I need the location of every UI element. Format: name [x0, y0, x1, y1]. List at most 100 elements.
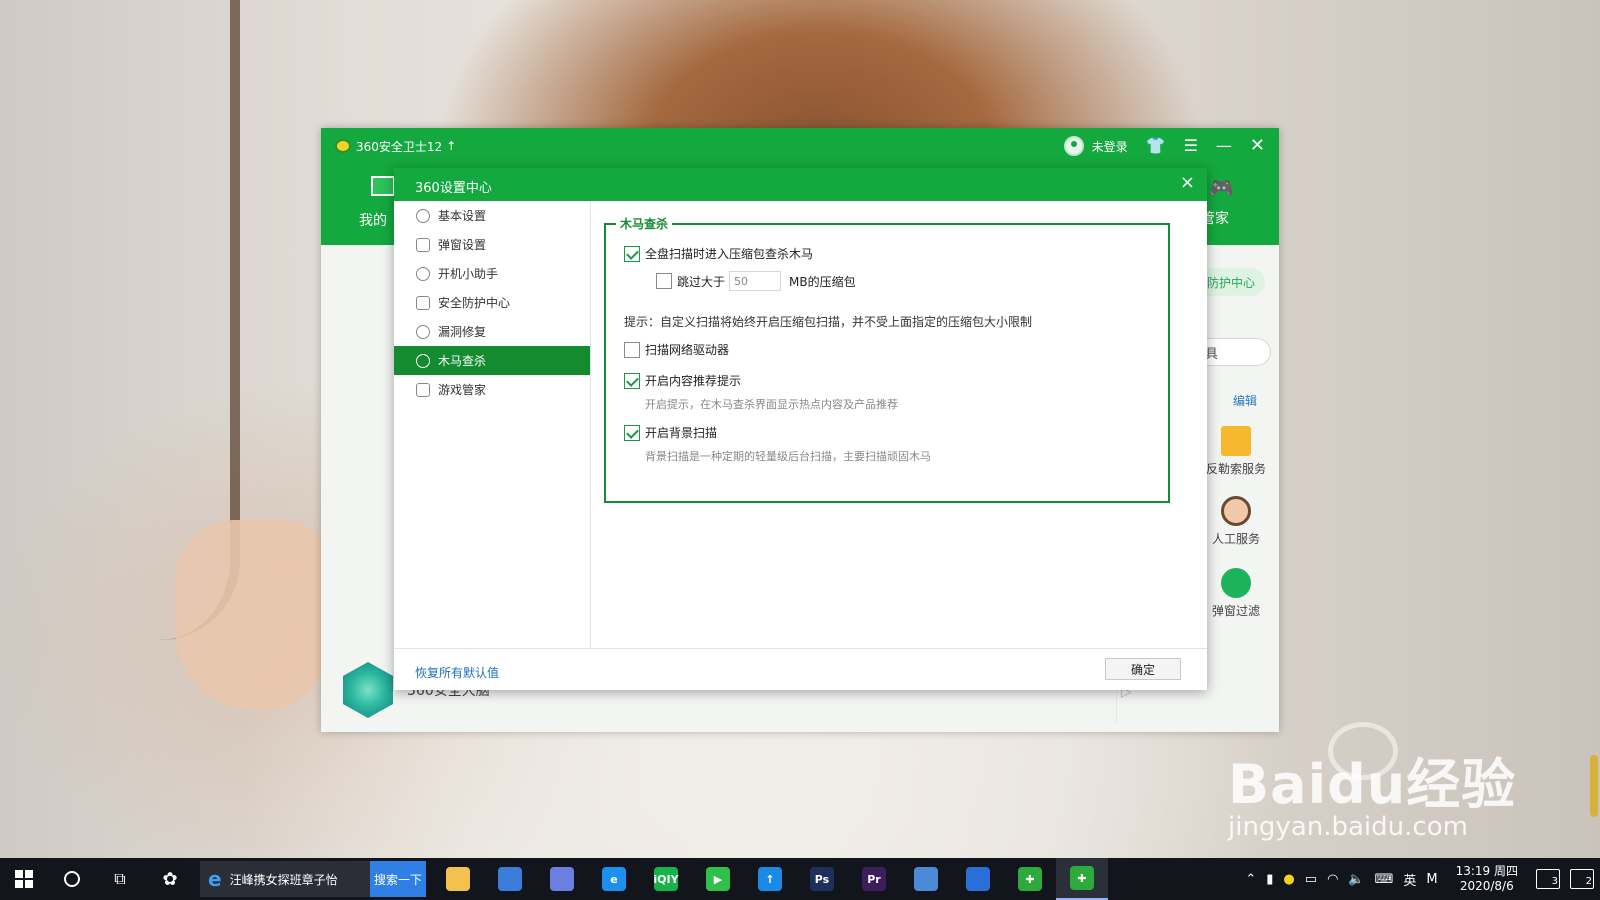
edit-link[interactable]: 编辑 [1233, 392, 1257, 409]
scan-archives-checkbox[interactable] [624, 245, 640, 262]
taskbar-app-button[interactable] [952, 858, 1004, 900]
ok-button[interactable]: 确定 [1105, 658, 1181, 680]
human-service-button[interactable]: 人工服务 [1201, 496, 1271, 547]
taskbar-app-button[interactable]: ✚ [1056, 858, 1108, 900]
taskbar-app-button[interactable]: ↑ [744, 858, 796, 900]
tray-usb-icon[interactable]: ▮ [1266, 872, 1273, 887]
background-scan-label: 开启背景扫描 [645, 426, 718, 440]
pinwheel-app-button[interactable]: ✿ [144, 858, 196, 900]
file-explorer-icon [446, 867, 470, 891]
keyboard-icon[interactable]: ⌨ [1375, 872, 1394, 887]
action-center-icon[interactable]: 2 [1570, 869, 1594, 889]
gear-icon [416, 208, 430, 223]
upgrade-arrow-icon[interactable]: ↑ [446, 139, 456, 153]
trojan-group: 木马查杀 全盘扫描时进入压缩包查杀木马 跳过大于 MB的压缩包 提示：自定义扫描… [604, 215, 1170, 503]
patch-icon [416, 324, 430, 339]
taskbar-app-button[interactable]: iQIY [640, 858, 692, 900]
popup-filter-icon [1221, 568, 1251, 598]
popup-filter-button[interactable]: 弹窗过滤 [1201, 568, 1271, 619]
task-view-button[interactable]: ⧉ [96, 858, 144, 900]
network-drives-label: 扫描网络驱动器 [645, 343, 730, 357]
dialog-footer: 恢复所有默认值 确定 [394, 648, 1207, 690]
start-button[interactable] [0, 858, 48, 900]
sidebar-item-game[interactable]: 游戏管家 [394, 375, 590, 404]
feather-app-icon [550, 867, 574, 891]
restore-defaults-link[interactable]: 恢复所有默认值 [415, 664, 499, 681]
notification-badge-icon[interactable]: 3 [1536, 869, 1560, 889]
360-logo-icon [335, 139, 351, 153]
baidu-watermark: Baidu经验 jingyan.baidu.com [1228, 722, 1528, 852]
background-scan-checkbox[interactable] [624, 424, 640, 441]
volume-icon[interactable]: 🔈 [1348, 872, 1364, 887]
sidebar-item-label: 开机小助手 [438, 267, 499, 281]
ime-language[interactable]: 英 [1403, 870, 1416, 889]
network-drives-option: 扫描网络驱动器 [624, 341, 729, 358]
ie-taskbar-item[interactable]: e 汪峰携女探班章子怡 [200, 861, 370, 897]
wifi-icon[interactable]: ◠ [1327, 872, 1338, 887]
agent-face-icon [1221, 496, 1251, 526]
taskbar-app-button[interactable] [536, 858, 588, 900]
clock[interactable]: 13:19 周四 2020/8/6 [1456, 864, 1518, 894]
tray-expand-icon[interactable]: ⌃ [1245, 872, 1256, 887]
sidebar-item-basic[interactable]: 基本设置 [394, 201, 590, 230]
folder-lock-icon [1221, 426, 1251, 456]
taskbar-app-button[interactable] [900, 858, 952, 900]
nav-steward[interactable]: 🎮 管家 [1201, 176, 1261, 238]
scan-hint: 提示：自定义扫描将始终开启压缩包扫描，并不受上面指定的压缩包大小限制 [624, 315, 1033, 329]
skip-larger-label: 跳过大于 [677, 274, 726, 289]
cortana-button[interactable] [48, 858, 96, 900]
taskbar-app-button[interactable]: ✚ [1004, 858, 1056, 900]
background-scan-option: 开启背景扫描 [624, 424, 717, 441]
content-recommend-checkbox[interactable] [624, 372, 640, 389]
card-app-icon [914, 867, 938, 891]
scan-archives-option: 全盘扫描时进入压缩包查杀木马 [624, 245, 813, 262]
taskbar-app-button[interactable]: Pr [848, 858, 900, 900]
close-icon[interactable]: ✕ [1250, 137, 1265, 155]
sidebar-item-protection[interactable]: 安全防护中心 [394, 288, 590, 317]
taskbar-app-button[interactable]: e [588, 858, 640, 900]
popup-filter-label: 弹窗过滤 [1211, 604, 1260, 618]
background-scan-desc: 背景扫描是一种定期的轻量级后台扫描，主要扫描顽固木马 [645, 450, 931, 463]
battery-icon[interactable]: ▭ [1305, 872, 1317, 887]
login-status[interactable]: 未登录 [1092, 138, 1128, 155]
taskbar-app-button[interactable]: Ps [796, 858, 848, 900]
dialog-close-icon[interactable]: × [1180, 172, 1195, 193]
menu-icon[interactable]: ☰ [1184, 138, 1198, 154]
sidebar-item-popup[interactable]: 弹窗设置 [394, 230, 590, 259]
edge-icon: e [602, 867, 626, 891]
sidebar-item-vuln[interactable]: 漏洞修复 [394, 317, 590, 346]
skin-shirt-icon[interactable]: 👕 [1146, 138, 1166, 154]
taskbar-app-button[interactable]: ▶ [692, 858, 744, 900]
app-title-area: 360安全卫士12 ↑ [335, 136, 456, 156]
network-drives-checkbox[interactable] [624, 341, 640, 358]
store-icon [498, 867, 522, 891]
settings-dialog: 360设置中心 × 基本设置 弹窗设置 开机小助手 安全防护中心 漏洞修复 木马… [394, 168, 1207, 690]
taskbar-app-button[interactable] [484, 858, 536, 900]
tray-360-icon[interactable]: ● [1283, 872, 1294, 887]
steward-icon: 🎮 [1209, 176, 1234, 200]
sidebar-item-label: 弹窗设置 [438, 238, 487, 252]
app-title: 360安全卫士12 [356, 139, 443, 154]
360-guard-icon: ✚ [1018, 867, 1042, 891]
search-circle-icon [64, 871, 80, 887]
minimize-icon[interactable]: — [1216, 138, 1232, 154]
xunlei-icon: ↑ [758, 867, 782, 891]
sidebar-item-label: 安全防护中心 [438, 296, 511, 310]
ransom-service-button[interactable]: 反勒索服务 [1201, 426, 1271, 477]
taskbar-app-button[interactable] [432, 858, 484, 900]
avatar-icon[interactable] [1063, 136, 1084, 156]
protect-center-button[interactable]: 防护中心 [1201, 268, 1265, 296]
skip-larger-checkbox[interactable] [656, 273, 672, 289]
archive-size-input[interactable] [729, 271, 782, 291]
system-tray: ⌃ ▮ ● ▭ ◠ 🔈 ⌨ 英 M 13:19 周四 2020/8/6 3 2 [1245, 858, 1600, 900]
sidebar-item-trojan[interactable]: 木马查杀 [394, 346, 590, 375]
search-once-button[interactable]: 搜索一下 [370, 861, 426, 897]
ime-mode[interactable]: M [1426, 872, 1437, 887]
tool-search-field[interactable]: 具 [1201, 338, 1271, 366]
settings-content: 木马查杀 全盘扫描时进入压缩包查杀木马 跳过大于 MB的压缩包 提示：自定义扫描… [592, 201, 1207, 648]
window-icon [416, 237, 430, 252]
premiere-icon: Pr [862, 867, 886, 891]
dialog-title: 360设置中心 [415, 181, 492, 196]
clock-date: 2020/8/6 [1459, 879, 1514, 893]
sidebar-item-startup[interactable]: 开机小助手 [394, 259, 590, 288]
